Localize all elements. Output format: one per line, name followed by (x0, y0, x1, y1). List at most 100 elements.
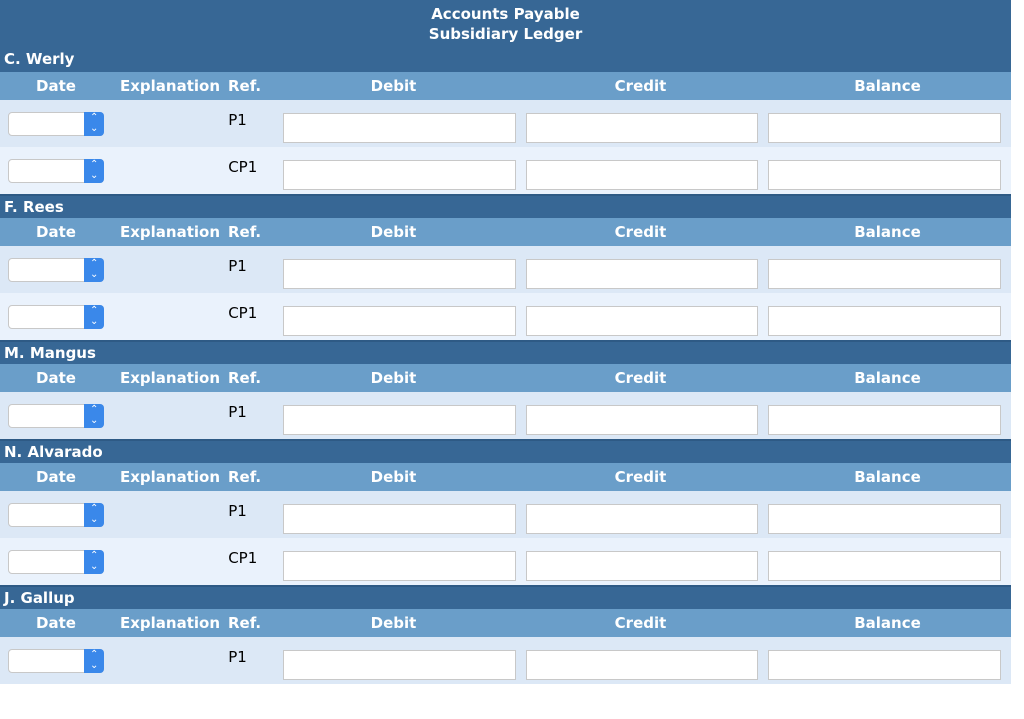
col-balance: Balance (854, 369, 921, 387)
col-debit: Debit (370, 223, 417, 241)
date-select[interactable]: ⌃ ⌄ (8, 502, 105, 527)
debit-input[interactable] (283, 159, 516, 190)
date-select[interactable]: ⌃ ⌄ (8, 648, 105, 673)
col-explanation: Explanation (119, 223, 221, 241)
col-credit: Credit (614, 468, 667, 486)
chevron-updown-icon: ⌃ ⌄ (84, 304, 105, 329)
column-header-row: Date Explanation Ref. Debit Credit Balan… (0, 72, 1011, 100)
date-select[interactable]: ⌃ ⌄ (8, 111, 105, 136)
col-balance: Balance (854, 77, 921, 95)
col-date: Date (36, 223, 76, 241)
chevron-updown-icon: ⌃ ⌄ (84, 111, 105, 136)
ledger-row: ⌃ ⌄ P1 (0, 637, 1011, 684)
account-section: N. Alvarado Date Explanation Ref. Debit … (0, 439, 1011, 585)
col-debit: Debit (370, 369, 417, 387)
chevron-updown-icon: ⌃ ⌄ (84, 648, 105, 673)
chevron-updown-icon: ⌃ ⌄ (84, 549, 105, 574)
column-header-row: Date Explanation Ref. Debit Credit Balan… (0, 218, 1011, 246)
title-line-2: Subsidiary Ledger (428, 25, 583, 43)
ref-value: CP1 (228, 157, 258, 176)
account-name: C. Werly (0, 48, 1011, 72)
col-explanation: Explanation (119, 77, 221, 95)
balance-input[interactable] (768, 159, 1001, 190)
ref-value: P1 (228, 402, 247, 421)
ref-value: P1 (228, 501, 247, 520)
title-line-1: Accounts Payable (431, 5, 580, 23)
ledger-row: ⌃ ⌄ P1 (0, 491, 1011, 538)
col-debit: Debit (370, 614, 417, 632)
col-ref: Ref. (228, 614, 262, 632)
col-explanation: Explanation (119, 369, 221, 387)
credit-input[interactable] (525, 550, 759, 581)
accounts-container: C. Werly Date Explanation Ref. Debit Cre… (0, 48, 1011, 684)
debit-input[interactable] (283, 404, 516, 435)
account-name: N. Alvarado (0, 439, 1011, 463)
col-credit: Credit (614, 369, 667, 387)
account-name: J. Gallup (0, 585, 1011, 609)
ledger-row: ⌃ ⌄ CP1 (0, 147, 1011, 194)
col-credit: Credit (614, 614, 667, 632)
credit-input[interactable] (525, 404, 759, 435)
col-credit: Credit (614, 223, 667, 241)
credit-input[interactable] (525, 112, 759, 143)
ledger-row: ⌃ ⌄ CP1 (0, 538, 1011, 585)
ledger-row: ⌃ ⌄ CP1 (0, 293, 1011, 340)
col-ref: Ref. (228, 468, 262, 486)
ref-value: P1 (228, 647, 247, 666)
debit-input[interactable] (283, 112, 516, 143)
balance-input[interactable] (768, 649, 1001, 680)
chevron-updown-icon: ⌃ ⌄ (84, 502, 105, 527)
debit-input[interactable] (283, 503, 516, 534)
debit-input[interactable] (283, 649, 516, 680)
date-select[interactable]: ⌃ ⌄ (8, 549, 105, 574)
debit-input[interactable] (283, 258, 516, 289)
col-ref: Ref. (228, 77, 262, 95)
col-credit: Credit (614, 77, 667, 95)
date-select[interactable]: ⌃ ⌄ (8, 257, 105, 282)
ledger-row: ⌃ ⌄ P1 (0, 246, 1011, 293)
account-name: M. Mangus (0, 340, 1011, 364)
date-select[interactable]: ⌃ ⌄ (8, 158, 105, 183)
account-name: F. Rees (0, 194, 1011, 218)
credit-input[interactable] (525, 649, 759, 680)
col-balance: Balance (854, 468, 921, 486)
ref-value: CP1 (228, 548, 258, 567)
credit-input[interactable] (525, 503, 759, 534)
balance-input[interactable] (768, 305, 1001, 336)
ledger-row: ⌃ ⌄ P1 (0, 392, 1011, 439)
chevron-updown-icon: ⌃ ⌄ (84, 158, 105, 183)
credit-input[interactable] (525, 305, 759, 336)
balance-input[interactable] (768, 550, 1001, 581)
col-balance: Balance (854, 614, 921, 632)
col-date: Date (36, 468, 76, 486)
col-explanation: Explanation (119, 614, 221, 632)
debit-input[interactable] (283, 305, 516, 336)
balance-input[interactable] (768, 258, 1001, 289)
chevron-updown-icon: ⌃ ⌄ (84, 403, 105, 428)
col-date: Date (36, 614, 76, 632)
ledger: Accounts Payable Subsidiary Ledger C. We… (0, 0, 1011, 684)
credit-input[interactable] (525, 159, 759, 190)
ref-value: P1 (228, 110, 247, 129)
debit-input[interactable] (283, 550, 516, 581)
col-ref: Ref. (228, 369, 262, 387)
balance-input[interactable] (768, 404, 1001, 435)
balance-input[interactable] (768, 112, 1001, 143)
col-explanation: Explanation (119, 468, 221, 486)
ledger-row: ⌃ ⌄ P1 (0, 100, 1011, 147)
date-select[interactable]: ⌃ ⌄ (8, 304, 105, 329)
credit-input[interactable] (525, 258, 759, 289)
account-section: J. Gallup Date Explanation Ref. Debit Cr… (0, 585, 1011, 684)
ref-value: P1 (228, 256, 247, 275)
account-section: C. Werly Date Explanation Ref. Debit Cre… (0, 48, 1011, 194)
balance-input[interactable] (768, 503, 1001, 534)
col-date: Date (36, 77, 76, 95)
ref-value: CP1 (228, 303, 258, 322)
col-debit: Debit (370, 77, 417, 95)
date-select[interactable]: ⌃ ⌄ (8, 403, 105, 428)
col-balance: Balance (854, 223, 921, 241)
col-ref: Ref. (228, 223, 262, 241)
column-header-row: Date Explanation Ref. Debit Credit Balan… (0, 609, 1011, 637)
col-debit: Debit (370, 468, 417, 486)
column-header-row: Date Explanation Ref. Debit Credit Balan… (0, 364, 1011, 392)
